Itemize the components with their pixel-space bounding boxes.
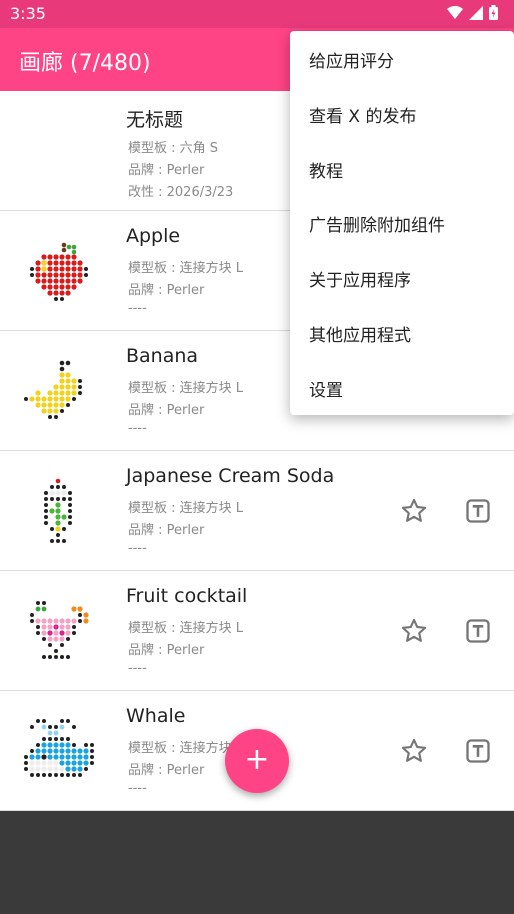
text-tool-icon[interactable] [464,497,492,525]
item-template: 模型板 : 连接方块 L [128,501,244,516]
battery-icon [489,5,498,20]
status-icons [447,5,498,20]
item-name: Fruit cocktail [126,585,248,607]
menu-item-settings[interactable]: 设置 [309,376,343,401]
item-modified: ---- [128,421,147,436]
page-title: 画廊 (7/480) [19,51,151,76]
item-brand: 品牌 : Perler [128,643,205,658]
item-modified: ---- [128,781,147,796]
menu-item-tutorial[interactable]: 教程 [309,157,343,182]
add-icon: + [244,742,270,777]
favorite-star-icon[interactable] [400,617,428,645]
item-name: Whale [126,705,186,727]
item-modified: ---- [128,301,147,316]
menu-item-other-apps[interactable]: 其他应用程式 [309,321,411,346]
apple-bead-thumbnail [30,242,88,301]
status-bar: 3:35 [0,0,514,28]
menu-item-about[interactable]: 关于应用程序 [309,266,411,291]
text-tool-icon[interactable] [464,737,492,765]
wifi-icon [447,5,463,19]
banana-bead-thumbnail [24,360,82,419]
overflow-menu: 给应用评分 查看 X 的发布 教程 广告删除附加组件 关于应用程序 其他应用程式… [290,31,514,415]
fruit-cocktail-bead-thumbnail [30,601,89,659]
whale-bead-thumbnail [24,719,94,777]
item-name: Apple [126,225,181,247]
item-brand: 品牌 : Perler [128,403,205,418]
item-brand: 品牌 : Perler [128,763,205,778]
text-tool-icon[interactable] [464,617,492,645]
item-name: 无标题 [126,109,184,131]
add-button[interactable]: + [225,729,289,793]
menu-item-rate-app[interactable]: 给应用评分 [309,47,394,72]
gallery-item-japanese-cream-soda[interactable]: Japanese Cream Soda 模型板 : 连接方块 L 品牌 : Pe… [0,451,514,571]
item-template: 模型板 : 六角 S [128,141,219,156]
favorite-star-icon[interactable] [400,497,428,525]
cream-soda-bead-thumbnail [44,478,72,543]
menu-item-remove-ads[interactable]: 广告删除附加组件 [309,211,445,236]
menu-item-view-x-posts[interactable]: 查看 X 的发布 [309,102,416,127]
item-template: 模型板 : 连接方块 L [128,381,244,396]
item-template: 模型板 : 连接方块 L [128,261,244,276]
favorite-star-icon[interactable] [400,737,428,765]
gallery-item-fruit-cocktail[interactable]: Fruit cocktail 模型板 : 连接方块 L 品牌 : Perler … [0,571,514,691]
item-modified: ---- [128,661,147,676]
item-modified: ---- [128,541,147,556]
item-template: 模型板 : 连接方块 L [128,621,244,636]
item-modified: 改性 : 2026/3/23 [128,185,234,200]
signal-icon [469,5,483,20]
item-brand: 品牌 : Perler [128,163,205,178]
status-time: 3:35 [10,4,46,23]
item-brand: 品牌 : Perler [128,283,205,298]
item-name: Banana [126,345,199,367]
item-brand: 品牌 : Perler [128,523,205,538]
item-name: Japanese Cream Soda [126,465,335,487]
